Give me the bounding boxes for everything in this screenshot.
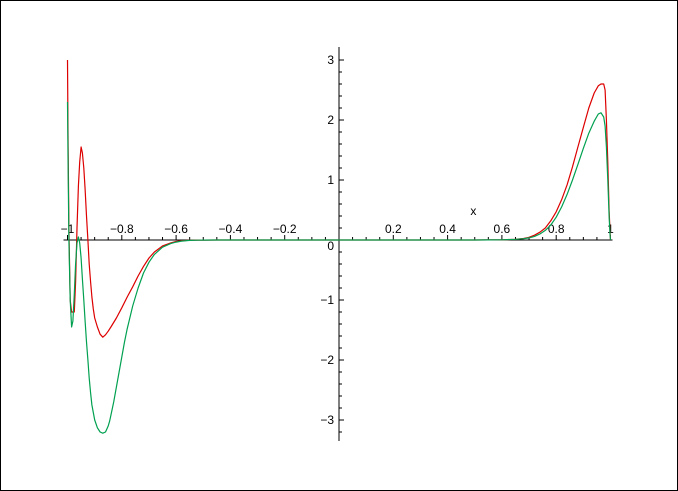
x-tick-label: −0.8 <box>110 222 134 236</box>
x-tick-label: −0.2 <box>273 222 297 236</box>
y-tick-label: −3 <box>320 413 334 427</box>
x-tick-label: −0.6 <box>164 222 188 236</box>
x-axis-title: x <box>470 204 476 218</box>
x-tick-label: −1 <box>61 222 75 236</box>
y-tick-label: 1 <box>327 173 334 187</box>
x-tick-label: 0.4 <box>439 222 456 236</box>
chart-plot-area: −1 −0.8 −0.6 −0.4 −0.2 0.2 0.4 0.6 0.8 1 3 2 1 0 −1 −2… <box>61 47 614 441</box>
axes-group: −1 −0.8 −0.6 −0.4 −0.2 0.2 0.4 0.6 0.8 1 3 2 1 0 −1 −2… <box>61 47 614 441</box>
y-tick-label: −2 <box>320 353 334 367</box>
y-ticks-group: 3 2 1 0 −1 −2 −3 <box>320 53 344 433</box>
y-tick-label: 2 <box>327 113 334 127</box>
x-tick-label: 0.8 <box>548 222 565 236</box>
x-tick-label: 0.6 <box>494 222 511 236</box>
y-tick-label: 3 <box>327 53 334 67</box>
x-tick-label: −0.4 <box>219 222 243 236</box>
x-tick-label: 0.2 <box>385 222 402 236</box>
y-tick-label: −1 <box>320 293 334 307</box>
y-tick-label: 0 <box>327 239 334 253</box>
